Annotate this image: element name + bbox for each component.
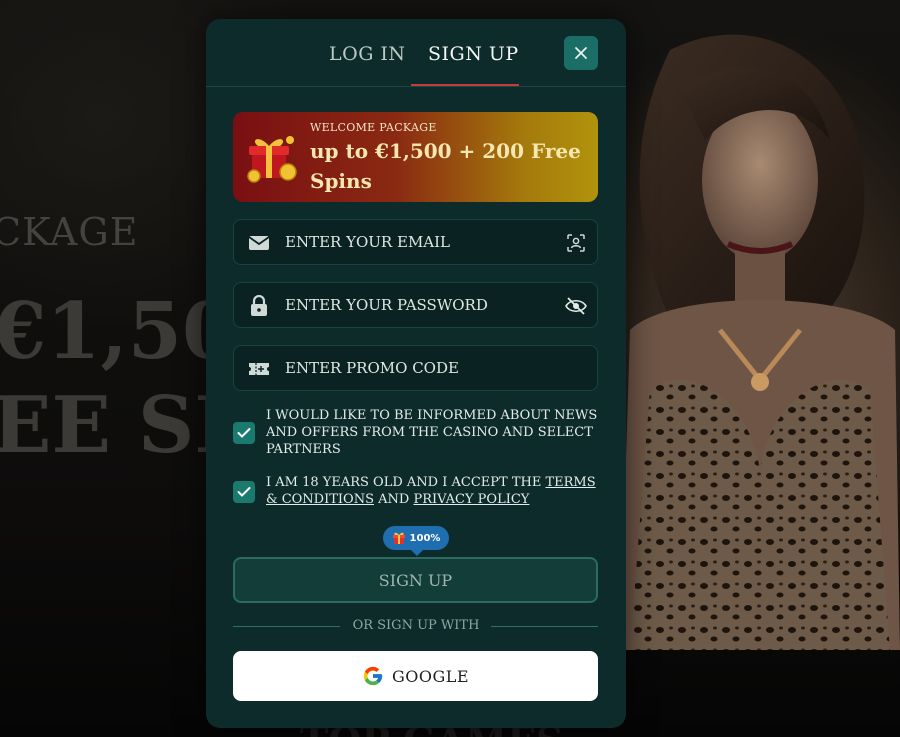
google-signup-button[interactable]: GOOGLE	[233, 651, 598, 701]
age-terms-checkbox[interactable]	[233, 481, 255, 503]
promo-code-field	[233, 345, 598, 391]
divider-line-right	[491, 626, 598, 627]
background-package-text: CKAGE	[0, 210, 139, 254]
tab-signup[interactable]: SIGN UP	[428, 43, 519, 65]
bonus-badge: 100%	[383, 526, 449, 556]
gift-icon	[247, 136, 297, 183]
divider-line-left	[233, 626, 340, 627]
close-icon	[575, 47, 587, 59]
banner-offer: up to €1,500 + 200 Free Spins	[310, 139, 581, 193]
signup-button[interactable]: SIGN UP	[233, 557, 598, 603]
email-input[interactable]	[285, 220, 555, 264]
news-consent-label: I WOULD LIKE TO BE INFORMED ABOUT NEWS A…	[266, 408, 598, 457]
age-terms-text-mid: AND	[374, 492, 414, 507]
google-button-label: GOOGLE	[391, 666, 470, 686]
checkmark-icon	[237, 428, 251, 438]
promo-model-image	[620, 34, 900, 650]
checkmark-icon	[237, 487, 251, 497]
banner-subtitle: WELCOME PACKAGE	[310, 121, 437, 134]
promo-code-input[interactable]	[285, 346, 555, 390]
news-consent-checkbox[interactable]	[233, 422, 255, 444]
welcome-banner[interactable]: WELCOME PACKAGE up to €1,500 + 200 Free …	[233, 112, 598, 202]
email-field	[233, 219, 598, 265]
eye-off-icon[interactable]	[565, 295, 587, 317]
privacy-link[interactable]: PRIVACY POLICY	[413, 492, 529, 507]
active-tab-underline	[411, 84, 519, 86]
age-terms-text-pre: I AM 18 YEARS OLD AND I ACCEPT THE	[266, 475, 546, 490]
age-terms-label: I AM 18 YEARS OLD AND I ACCEPT THE TERMS…	[266, 474, 606, 508]
tab-login[interactable]: LOG IN	[329, 43, 406, 65]
close-button[interactable]	[564, 36, 598, 70]
password-field	[233, 282, 598, 328]
auth-tabs: LOG IN SIGN UP	[206, 19, 626, 87]
ticket-icon	[248, 358, 270, 380]
lock-icon	[248, 295, 270, 317]
gift-icon	[392, 532, 405, 544]
google-icon	[363, 666, 383, 686]
password-input[interactable]	[285, 283, 555, 327]
auth-modal: LOG IN SIGN UP WELCOME PACKAGE up to €1,…	[206, 19, 626, 728]
autofill-contact-icon[interactable]	[565, 232, 587, 254]
bonus-badge-text: 100%	[409, 532, 441, 544]
email-icon	[248, 232, 270, 254]
divider-text: OR SIGN UP WITH	[352, 618, 480, 633]
